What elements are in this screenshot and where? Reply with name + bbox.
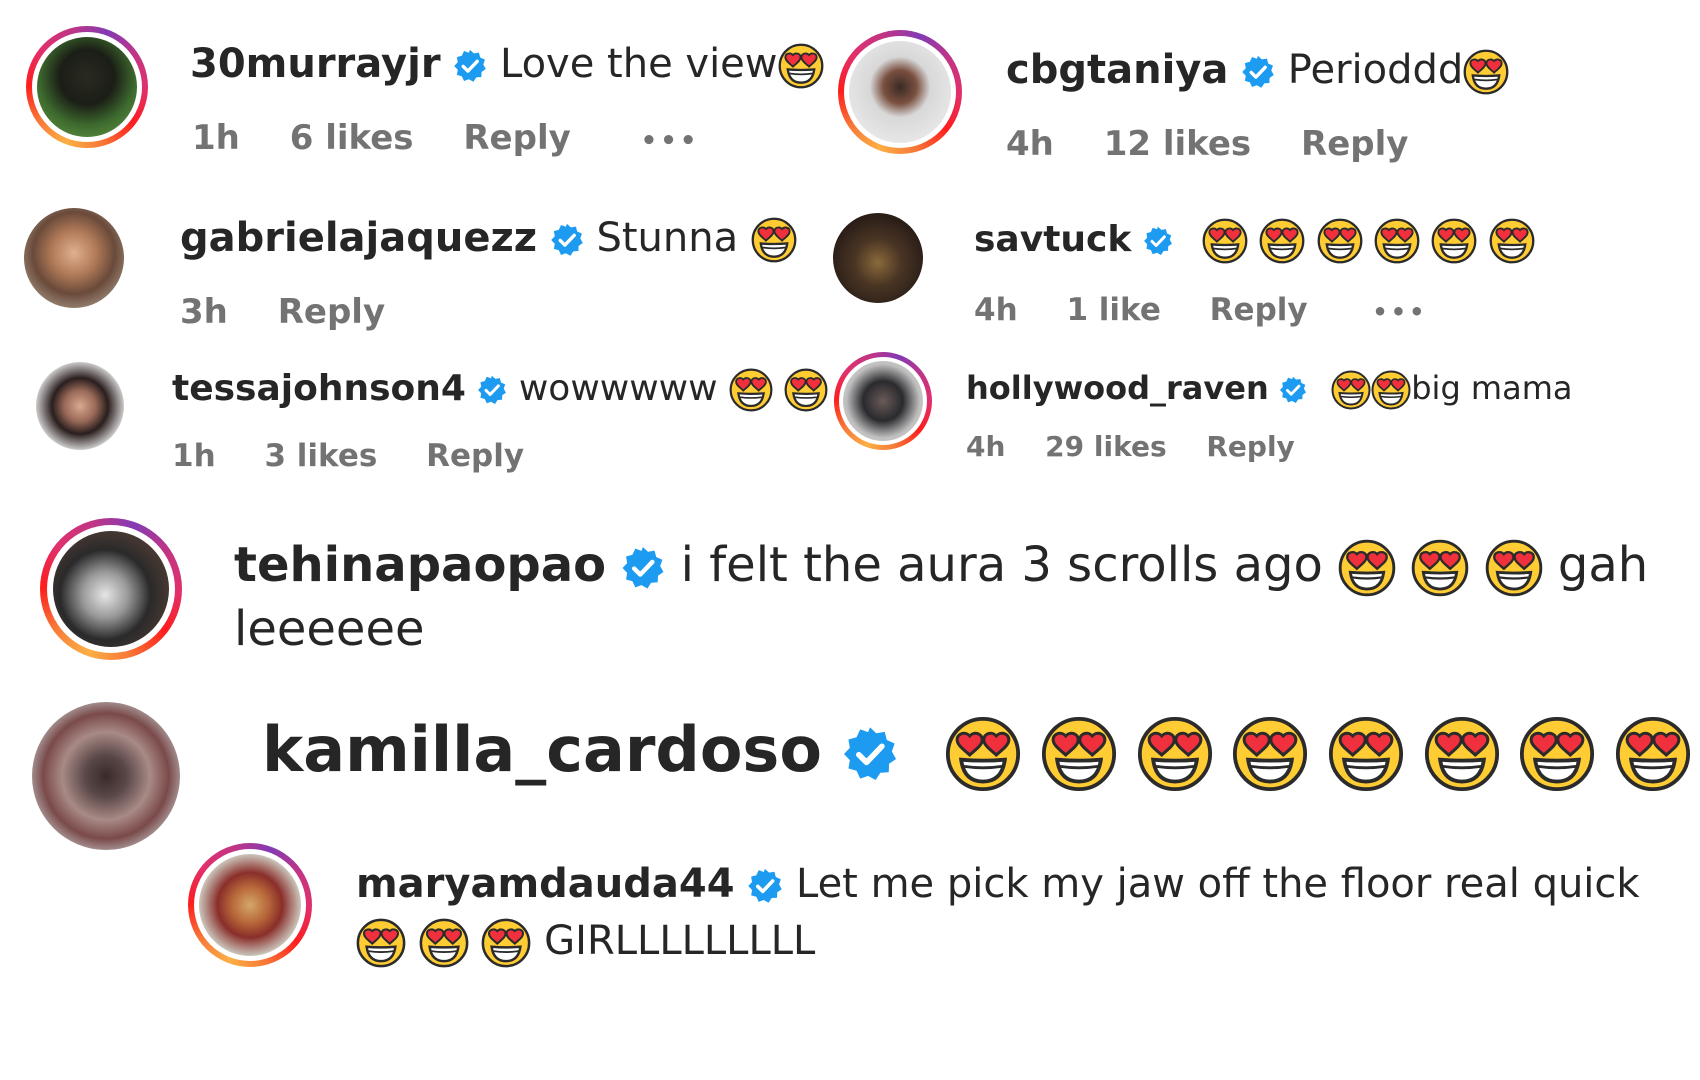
heart-eyes-emoji-icon <box>1371 370 1411 410</box>
avatar[interactable] <box>36 362 124 450</box>
heart-eyes-emoji-icon <box>356 918 406 968</box>
likes-count[interactable]: 29 likes <box>1045 430 1166 463</box>
heart-eyes-emoji-icon <box>1328 716 1404 792</box>
verified-badge-icon <box>477 375 507 405</box>
avatar[interactable] <box>53 531 169 647</box>
reply-button[interactable]: Reply <box>278 292 385 332</box>
heart-eyes-emoji-icon <box>729 368 773 412</box>
comment-text: Let me pick my jaw off the floor real qu… <box>795 861 1640 907</box>
avatar[interactable] <box>37 37 137 137</box>
comment-time: 1h <box>172 438 216 474</box>
heart-eyes-emoji-icon <box>1338 539 1396 597</box>
heart-eyes-emoji-icon <box>1411 539 1469 597</box>
username[interactable]: tehinapaopao <box>234 537 606 593</box>
heart-eyes-emoji-icon <box>1041 716 1117 792</box>
heart-eyes-emoji-icon <box>784 368 828 412</box>
comment-time: 3h <box>180 292 228 332</box>
comment-text-line2: GIRLLLLLLLLL <box>544 918 816 964</box>
verified-badge-icon <box>453 49 487 83</box>
heart-eyes-emoji-icon <box>1317 218 1363 264</box>
comment-text: big mama <box>1411 369 1573 407</box>
username[interactable]: tessajohnson4 <box>172 368 466 409</box>
avatar[interactable] <box>843 361 923 441</box>
heart-eyes-emoji-icon <box>1424 716 1500 792</box>
heart-eyes-emoji-icon <box>1259 218 1305 264</box>
username[interactable]: 30murrayjr <box>190 41 441 87</box>
heart-eyes-emoji-icon <box>1463 49 1509 95</box>
likes-count[interactable]: 12 likes <box>1104 124 1251 164</box>
verified-badge-icon <box>1279 376 1307 404</box>
avatar[interactable] <box>24 208 124 308</box>
verified-badge-icon <box>1143 226 1173 256</box>
more-options-icon[interactable]: ••• <box>641 126 700 156</box>
comment-time: 4h <box>966 430 1006 463</box>
heart-eyes-emoji-icon <box>1137 716 1213 792</box>
reply-button[interactable]: Reply <box>463 118 570 158</box>
heart-eyes-emoji-icon <box>481 918 531 968</box>
verified-badge-icon <box>550 223 584 257</box>
heart-eyes-emoji-icon <box>1331 370 1371 410</box>
comment-time: 4h <box>1006 124 1054 164</box>
heart-eyes-emoji-icon <box>751 217 797 263</box>
likes-count[interactable]: 6 likes <box>290 118 414 158</box>
comment-text: wowwwww <box>518 368 718 409</box>
reply-button[interactable]: Reply <box>1206 430 1294 463</box>
heart-eyes-emoji-icon <box>1615 716 1691 792</box>
comment-text: Stunna <box>596 215 739 261</box>
heart-eyes-emoji-icon <box>1485 539 1543 597</box>
heart-eyes-emoji-icon <box>1202 218 1248 264</box>
reply-button[interactable]: Reply <box>1210 292 1308 328</box>
username[interactable]: maryamdauda44 <box>356 861 735 907</box>
heart-eyes-emoji-icon <box>1519 716 1595 792</box>
avatar[interactable] <box>833 213 923 303</box>
username[interactable]: hollywood_raven <box>966 369 1269 407</box>
heart-eyes-emoji-icon <box>419 918 469 968</box>
comment-time: 4h <box>974 292 1018 328</box>
comment-text-line2: leeeeee <box>234 601 425 657</box>
more-options-icon[interactable]: ••• <box>1372 298 1427 326</box>
comment-text: Love the view <box>499 41 778 87</box>
verified-badge-icon <box>747 868 783 904</box>
avatar[interactable] <box>849 41 951 143</box>
likes-count[interactable]: 1 like <box>1066 292 1160 328</box>
comment-text: i felt the aura 3 scrolls ago <box>680 537 1323 593</box>
verified-badge-icon <box>1241 55 1275 89</box>
reply-button[interactable]: Reply <box>1301 124 1408 164</box>
heart-eyes-emoji-icon <box>778 43 824 89</box>
username[interactable]: savtuck <box>974 219 1131 260</box>
heart-eyes-emoji-icon <box>1431 218 1477 264</box>
heart-eyes-emoji-icon <box>945 716 1021 792</box>
heart-eyes-emoji-icon <box>1489 218 1535 264</box>
avatar[interactable] <box>32 702 180 850</box>
heart-eyes-emoji-icon <box>1374 218 1420 264</box>
heart-eyes-emoji-icon <box>1232 716 1308 792</box>
username[interactable]: gabrielajaquezz <box>180 215 537 261</box>
verified-badge-icon <box>621 546 665 590</box>
likes-count[interactable]: 3 likes <box>264 438 377 474</box>
username[interactable]: cbgtaniya <box>1006 47 1228 93</box>
comment-time: 1h <box>192 118 240 158</box>
reply-button[interactable]: Reply <box>426 438 524 474</box>
avatar[interactable] <box>199 854 301 956</box>
comment-text-continued: gah <box>1557 537 1649 593</box>
verified-badge-icon <box>842 726 898 782</box>
username[interactable]: kamilla_cardoso <box>262 713 822 786</box>
comment-text: Perioddd <box>1287 47 1464 93</box>
